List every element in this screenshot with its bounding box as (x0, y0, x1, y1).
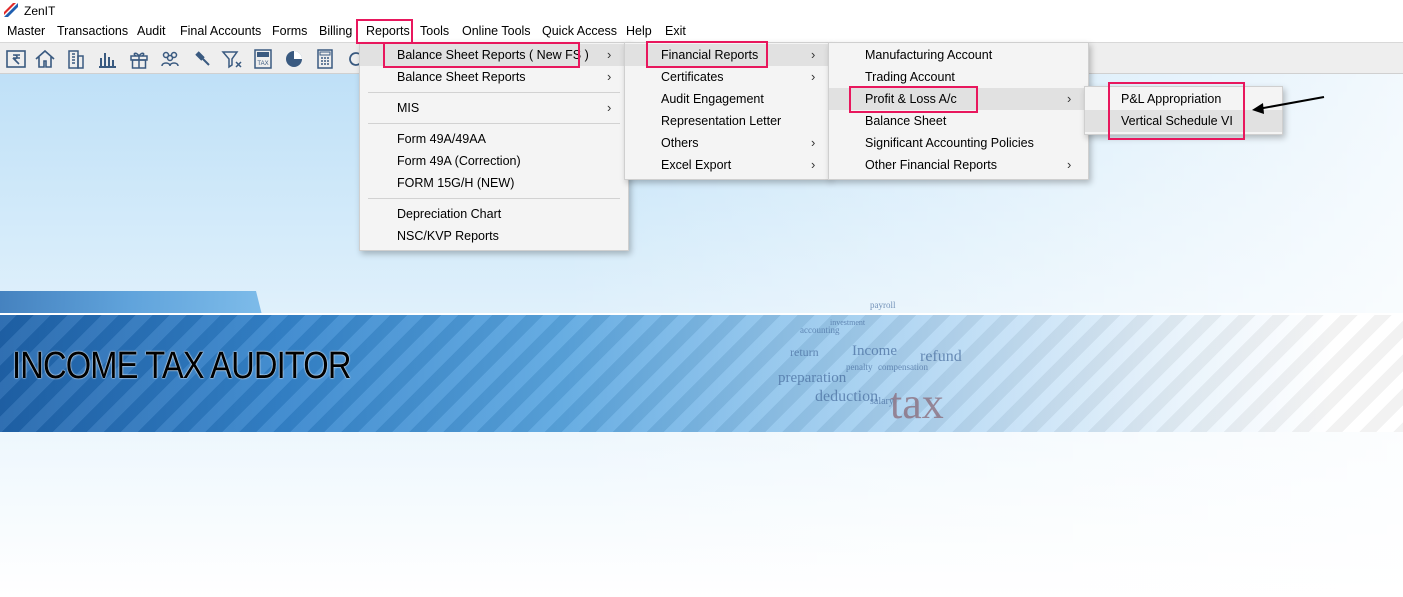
menu-item-representation-letter[interactable]: Representation Letter (625, 110, 829, 132)
chevron-right-icon: › (811, 157, 816, 172)
banner-word: preparation (778, 370, 847, 386)
banner-word: compensation (878, 362, 928, 372)
menu-item-balance-sheet-reports[interactable]: Balance Sheet Reports › (360, 66, 628, 88)
rupee-icon[interactable] (5, 48, 27, 70)
reports-menu: Balance Sheet Reports ( New FS ) › Balan… (359, 42, 629, 251)
menu-separator (368, 123, 620, 124)
banner-word: salary (870, 396, 894, 407)
menu-item-form-49a-correction[interactable]: Form 49A (Correction) (360, 150, 628, 172)
chevron-right-icon: › (607, 100, 612, 115)
menu-item-manufacturing-account[interactable]: Manufacturing Account (829, 44, 1088, 66)
menu-bar: Master Transactions Audit Final Accounts… (0, 21, 1403, 43)
building-icon[interactable] (65, 48, 87, 70)
menu-forms[interactable]: Forms (272, 24, 307, 38)
menu-separator (368, 198, 620, 199)
banner-word: Income (852, 343, 897, 359)
menu-item-certificates[interactable]: Certificates › (625, 66, 829, 88)
menu-tools[interactable]: Tools (420, 24, 449, 38)
menu-item-others[interactable]: Others › (625, 132, 829, 154)
menu-item-mis[interactable]: MIS › (360, 97, 628, 119)
tax-label: TAX (257, 61, 268, 67)
menu-item-profit-loss[interactable]: Profit & Loss A/c › (829, 88, 1088, 110)
chevron-right-icon: › (811, 135, 816, 150)
menu-item-form-15gh-new[interactable]: FORM 15G/H (NEW) (360, 172, 628, 194)
financial-reports-submenu: Manufacturing Account Trading Account Pr… (828, 42, 1089, 180)
pie-chart-icon[interactable] (283, 48, 305, 70)
menu-item-depreciation-chart[interactable]: Depreciation Chart (360, 203, 628, 225)
banner-word: return (790, 345, 819, 359)
menu-online-tools[interactable]: Online Tools (462, 24, 531, 38)
menu-audit[interactable]: Audit (137, 24, 166, 38)
menu-item-nsc-kvp-reports[interactable]: NSC/KVP Reports (360, 225, 628, 247)
menu-item-form-49a-49aa[interactable]: Form 49A/49AA (360, 128, 628, 150)
users-icon[interactable] (159, 48, 181, 70)
menu-item-balance-sheet[interactable]: Balance Sheet (829, 110, 1088, 132)
menu-exit[interactable]: Exit (665, 24, 686, 38)
tax-calculator-icon[interactable]: TAX (252, 48, 274, 70)
gift-icon[interactable] (128, 48, 150, 70)
menu-billing[interactable]: Billing (319, 24, 352, 38)
menu-help[interactable]: Help (626, 24, 652, 38)
chevron-right-icon: › (607, 47, 612, 62)
menu-final-accounts[interactable]: Final Accounts (180, 24, 261, 38)
menu-master[interactable]: Master (7, 24, 45, 38)
chevron-right-icon: › (811, 47, 816, 62)
menu-item-significant-accounting-policies[interactable]: Significant Accounting Policies (829, 132, 1088, 154)
menu-item-excel-export[interactable]: Excel Export › (625, 154, 829, 176)
app-title: ZenIT (24, 4, 56, 18)
banner-word: investment (830, 318, 866, 327)
chevron-right-icon: › (811, 69, 816, 84)
calculator-icon[interactable] (314, 48, 336, 70)
bar-chart-icon[interactable] (96, 48, 118, 70)
zenit-logo-icon (4, 3, 18, 17)
menu-reports[interactable]: Reports (366, 24, 410, 38)
chevron-right-icon: › (1067, 157, 1072, 172)
banner-word: payroll (870, 300, 896, 310)
menu-item-trading-account[interactable]: Trading Account (829, 66, 1088, 88)
menu-item-balance-sheet-reports-new-fs[interactable]: Balance Sheet Reports ( New FS ) › (360, 44, 628, 66)
menu-transactions[interactable]: Transactions (57, 24, 128, 38)
gavel-icon[interactable] (190, 48, 212, 70)
menu-item-other-financial-reports[interactable]: Other Financial Reports › (829, 154, 1088, 176)
chevron-right-icon: › (607, 69, 612, 84)
banner-tab (0, 291, 262, 315)
menu-item-financial-reports[interactable]: Financial Reports › (625, 44, 829, 66)
new-fs-submenu: Financial Reports › Certificates › Audit… (624, 42, 830, 180)
filter-icon[interactable] (221, 48, 243, 70)
title-bar: ZenIT (0, 0, 1403, 21)
banner-title: INCOME TAX AUDITOR (12, 345, 351, 387)
menu-quick-access[interactable]: Quick Access (542, 24, 617, 38)
annotation-arrow-icon (1252, 96, 1325, 114)
home-icon[interactable] (34, 48, 56, 70)
menu-separator (368, 92, 620, 93)
chevron-right-icon: › (1067, 91, 1072, 106)
menu-item-audit-engagement[interactable]: Audit Engagement (625, 88, 829, 110)
banner-word: penalty (846, 362, 873, 372)
banner-word: tax (890, 379, 944, 428)
banner-word: deduction (815, 388, 879, 405)
